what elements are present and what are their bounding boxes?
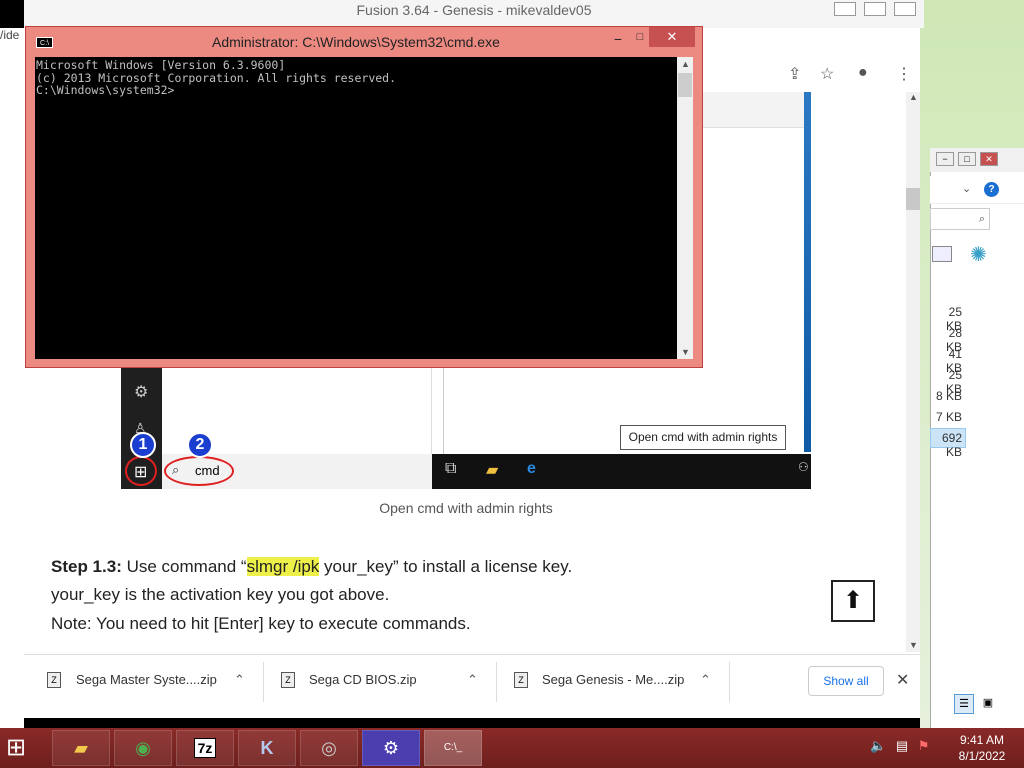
file-explorer-taskbar-icon[interactable]: ▰: [52, 730, 110, 766]
show-all-downloads-button[interactable]: Show all: [808, 666, 884, 696]
explorer-maximize-button[interactable]: □: [958, 152, 976, 166]
explorer-close-button[interactable]: ✕: [980, 152, 998, 166]
close-button[interactable]: [894, 2, 916, 16]
volume-icon[interactable]: 🔈: [870, 738, 886, 753]
explorer-preview-icons: ✺: [930, 242, 1024, 270]
screenshot-blue-edge: [804, 92, 811, 452]
step-text-post: your_key” to install a license key.: [319, 557, 573, 576]
console-prompt: C:\Windows\system32>: [36, 83, 175, 97]
browser-toolbar: ⇪ ☆ ● ⋮: [700, 56, 920, 92]
background-window-controls: [820, 0, 920, 30]
download-item-3[interactable]: Sega Genesis - Me....zip: [542, 672, 684, 687]
annotation-circle-search: [164, 456, 234, 486]
cmd-close-button[interactable]: ✕: [649, 27, 695, 47]
clock-date: 8/1/2022: [958, 749, 1006, 763]
scroll-thumb[interactable]: [678, 73, 692, 97]
settings-gear-icon: ⚙: [134, 384, 149, 401]
image-caption: Open cmd with admin rights: [379, 500, 553, 516]
maximize-button[interactable]: [864, 2, 886, 16]
speaker-app-taskbar-icon[interactable]: ◎: [300, 730, 358, 766]
star-icon[interactable]: ☆: [820, 64, 834, 84]
chevron-up-icon[interactable]: ⌃: [700, 672, 711, 688]
step-badge-2: 2: [187, 432, 213, 458]
7zip-label: 7z: [193, 738, 217, 758]
drive-icon: [932, 246, 952, 262]
cmd-scrollbar[interactable]: ▲ ▼: [677, 57, 693, 359]
step-badge-1: 1: [130, 432, 156, 458]
app-shell-icon: ✺: [970, 244, 987, 266]
chevron-up-icon[interactable]: ⌃: [467, 672, 478, 688]
cmd-minimize-button[interactable]: −: [605, 31, 631, 49]
menu-icon[interactable]: ⋮: [896, 64, 912, 84]
download-divider: [263, 662, 264, 702]
left-window-sliver: /ide: [0, 28, 24, 728]
key-explanation: your_key is the activation key you got a…: [51, 585, 390, 604]
start-button[interactable]: ⊞: [6, 733, 26, 762]
zip-file-icon: Z: [47, 672, 61, 688]
enter-note: Note: You need to hit [Enter] key to exe…: [51, 614, 471, 633]
people-icon: ⚇: [798, 460, 809, 474]
folder-icon: ▰: [486, 462, 499, 479]
chrome-taskbar-icon[interactable]: ◉: [114, 730, 172, 766]
edge-icon: e: [527, 460, 536, 477]
cmd-icon: C:\: [36, 37, 53, 48]
download-divider: [729, 662, 730, 702]
large-icons-view-icon[interactable]: ▣: [978, 694, 998, 714]
scroll-up-icon[interactable]: ▲: [909, 92, 918, 102]
chevron-up-icon[interactable]: ⌃: [234, 672, 245, 688]
system-tray: 🔈 ▤ ⚑: [870, 738, 929, 754]
minimize-button[interactable]: [834, 2, 856, 16]
explorer-minimize-button[interactable]: −: [936, 152, 954, 166]
search-icon: ⌕: [978, 213, 985, 225]
network-icon[interactable]: ▤: [896, 738, 908, 753]
cmd-taskbar-icon[interactable]: C:\_: [424, 730, 482, 766]
action-center-icon[interactable]: ⚑: [918, 738, 930, 753]
zip-file-icon: Z: [514, 672, 528, 688]
download-divider: [496, 662, 497, 702]
explorer-view-buttons: ☰ ▣: [954, 694, 998, 716]
left-sliver-text: /ide: [0, 28, 20, 42]
step-paragraph: Step 1.3: Use command “slmgr /ipk your_k…: [51, 557, 572, 577]
kega-fusion-taskbar-icon[interactable]: K: [238, 730, 296, 766]
page-scrollbar[interactable]: ▲ ▼: [906, 92, 920, 652]
chevron-down-icon[interactable]: ⌄: [962, 182, 971, 195]
cmd-maximize-button[interactable]: □: [632, 31, 648, 49]
zip-file-icon: Z: [281, 672, 295, 688]
explorer-search-input[interactable]: ⌕: [930, 208, 990, 230]
cmd-window-title: Administrator: C:\Windows\System32\cmd.e…: [212, 34, 500, 50]
task-view-icon: ⧉: [445, 460, 457, 477]
taskbar-clock[interactable]: 9:41 AM 8/1/2022: [944, 732, 1020, 764]
scroll-down-icon[interactable]: ▼: [681, 347, 690, 357]
share-icon[interactable]: ⇪: [788, 64, 801, 84]
details-view-icon[interactable]: ☰: [954, 694, 974, 714]
download-item-2[interactable]: Sega CD BIOS.zip: [309, 672, 417, 687]
screenshot-tooltip: Open cmd with admin rights: [620, 425, 786, 450]
back-to-top-button[interactable]: ⬆: [831, 580, 875, 622]
7zip-taskbar-icon[interactable]: 7z: [176, 730, 234, 766]
annotation-circle-start: [125, 456, 157, 486]
profile-icon[interactable]: ●: [858, 64, 868, 82]
background-window-title: Fusion 3.64 - Genesis - mikevaldev05: [24, 0, 924, 28]
scroll-up-icon[interactable]: ▲: [681, 59, 690, 69]
download-item-1[interactable]: Sega Master Syste....zip: [76, 672, 217, 687]
scroll-down-icon[interactable]: ▼: [909, 640, 918, 650]
file-size: 7 KB: [935, 410, 962, 424]
file-size: 692 KB: [941, 431, 962, 459]
file-size: 8 KB: [935, 389, 962, 403]
settings-taskbar-icon[interactable]: ⚙: [362, 730, 420, 766]
explorer-ribbon-row: [930, 176, 1024, 204]
close-download-bar-icon[interactable]: ✕: [896, 670, 909, 690]
help-icon[interactable]: ?: [984, 182, 999, 197]
step-text-pre: Use command “: [121, 557, 247, 576]
clock-time: 9:41 AM: [959, 733, 1005, 747]
command-highlight: slmgr /ipk: [246, 557, 320, 576]
explorer-scroll-thumb[interactable]: [906, 188, 920, 210]
console-output[interactable]: Microsoft Windows [Version 6.3.9600] (c) …: [35, 57, 677, 359]
step-label: Step 1.3:: [51, 557, 122, 576]
console-line: Microsoft Windows [Version 6.3.9600]: [36, 58, 286, 72]
